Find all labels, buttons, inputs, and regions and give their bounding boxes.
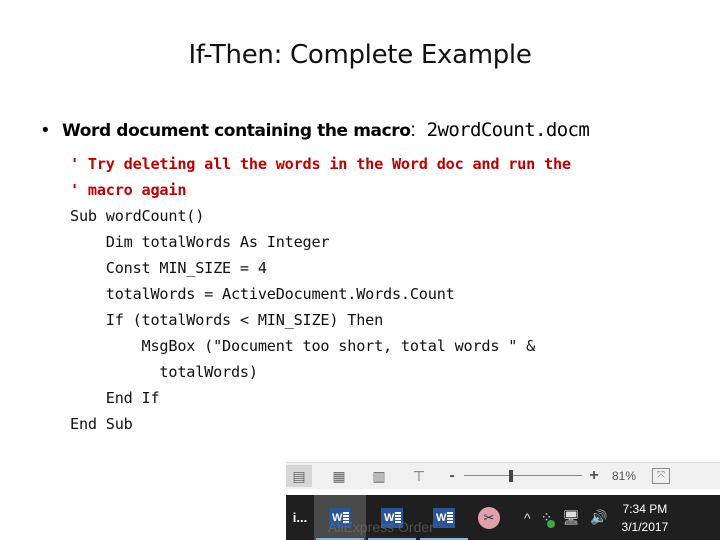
code-line: If (totalWords < MIN_SIZE) Then (70, 311, 384, 329)
bullet-item: • Word document containing the macro: 2wo… (42, 119, 590, 142)
word-icon: W (433, 507, 455, 528)
tray-chevron-icon[interactable]: ^ (524, 510, 531, 526)
code-comment-line: ' macro again (70, 181, 187, 199)
code-block: ' Try deleting all the words in the Word… (70, 151, 571, 437)
code-line: Dim totalWords As Integer (70, 233, 330, 251)
bullet-bold-text: Word document containing the macro (62, 121, 411, 141)
taskbar-overflow[interactable]: i... (286, 510, 314, 525)
code-comment-line: ' Try deleting all the words in the Word… (70, 155, 571, 173)
read-mode-icon[interactable]: ▤ (286, 465, 312, 487)
grid-view-icon[interactable]: ▦ (326, 465, 352, 487)
code-line: MsgBox ("Document too short, total words… (70, 337, 536, 355)
taskbar-clock[interactable]: 7:34 PM 3/1/2017 (622, 500, 669, 536)
outline-view-icon[interactable]: ▥ (366, 465, 392, 487)
slide-title: If-Then: Complete Example (188, 40, 532, 70)
zoom-slider[interactable] (464, 470, 582, 482)
system-tray: ^ ⁘ 🖥 🔊 (524, 509, 608, 528)
presenter-icon[interactable]: ⊤ (406, 465, 432, 487)
code-line: Sub wordCount() (70, 207, 205, 225)
sync-status-icon[interactable]: ⁘ (541, 509, 555, 528)
snipping-tool-icon[interactable]: ✂ (478, 506, 500, 529)
code-line: End If (70, 389, 160, 407)
zoom-slider-thumb[interactable] (508, 470, 513, 482)
code-line: totalWords = ActiveDocument.Words.Count (70, 285, 455, 303)
zoom-slider-track (464, 475, 582, 476)
bullet-filename: 2wordCount.docm (415, 119, 590, 141)
zoom-out-button[interactable]: - (446, 467, 458, 485)
code-line: totalWords) (70, 363, 258, 381)
clock-time: 7:34 PM (622, 501, 668, 516)
network-icon[interactable]: 🖥 (562, 509, 580, 526)
volume-icon[interactable]: 🔊 (590, 509, 607, 526)
bullet-dot: • (42, 120, 49, 141)
code-line: End Sub (70, 415, 133, 433)
watermark-text: AliExpress Order (328, 519, 434, 535)
code-line: Const MIN_SIZE = 4 (70, 259, 267, 277)
zoom-in-button[interactable]: + (588, 467, 600, 485)
word-status-bar: ▤ ▦ ▥ ⊤ - + 81% ⤧ (286, 462, 720, 489)
clock-date: 3/1/2017 (621, 519, 669, 534)
zoom-level[interactable]: 81% (612, 469, 652, 483)
fit-to-window-icon[interactable]: ⤧ (652, 468, 670, 484)
